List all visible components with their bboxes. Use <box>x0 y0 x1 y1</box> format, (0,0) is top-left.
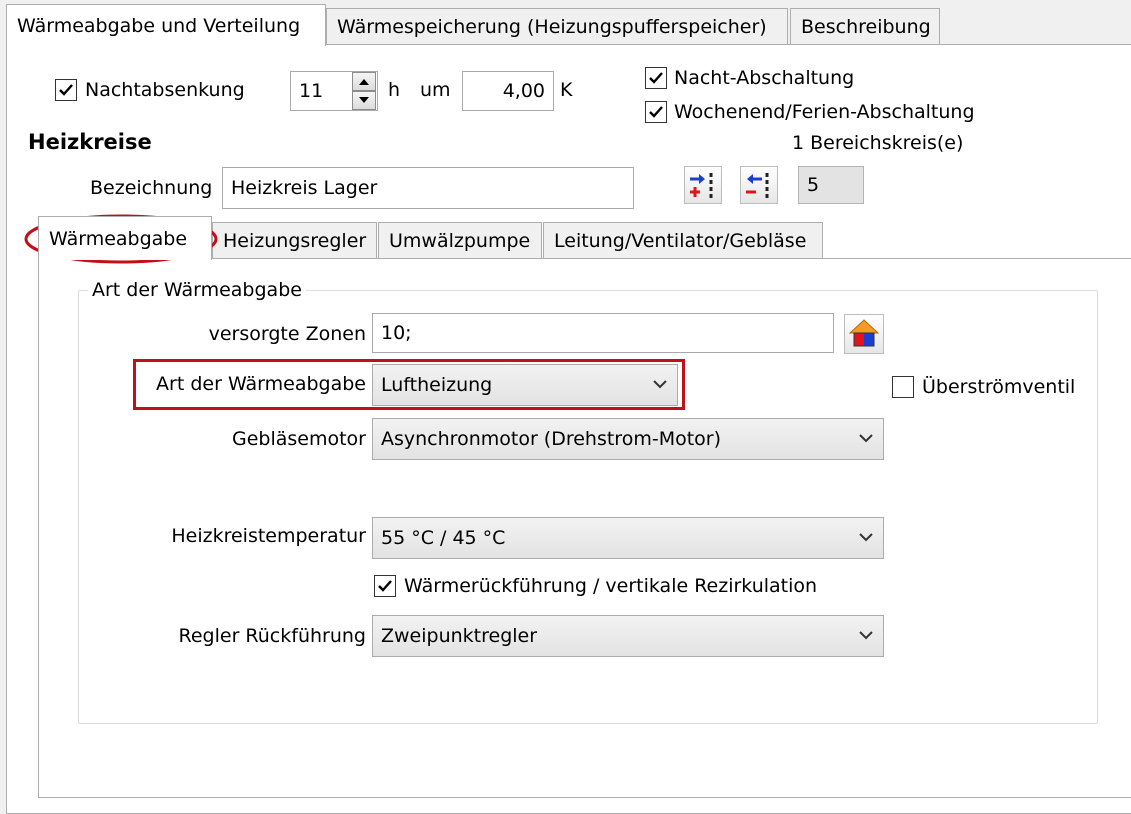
chevron-down-icon <box>859 434 873 443</box>
regler-label: Regler Rückführung <box>178 625 367 647</box>
nachtabsenkung-label: Nachtabsenkung <box>85 79 245 101</box>
temp-value: 55 °C / 45 °C <box>381 527 506 549</box>
wochenend-abschaltung-label: Wochenend/Ferien-Abschaltung <box>674 101 975 123</box>
tab-heizungsregler[interactable]: Heizungsregler <box>212 222 377 258</box>
kelvin-unit: K <box>560 79 573 101</box>
art-der-waermeabgabe-group <box>78 290 1098 724</box>
nacht-abschaltung-checkbox[interactable] <box>645 67 667 89</box>
bezeichnung-label: Bezeichnung <box>90 177 213 199</box>
remove-heizkreis-button[interactable] <box>740 166 778 204</box>
house-icon <box>848 319 880 347</box>
chevron-down-icon <box>859 533 873 542</box>
remove-circuit-icon <box>746 173 769 198</box>
tab-label: Wärmeabgabe <box>49 227 188 250</box>
heizkreise-title: Heizkreise <box>28 130 152 154</box>
tab-leitung-ventilator[interactable]: Leitung/Ventilator/Gebläse <box>543 222 823 258</box>
ueberstroemventil-checkbox[interactable] <box>892 376 914 398</box>
chevron-down-icon <box>859 631 873 640</box>
regler-select[interactable]: Zweipunktregler <box>372 615 884 657</box>
bezeichnung-input[interactable]: Heizkreis Lager <box>222 167 634 209</box>
geblaese-select[interactable]: Asynchronmotor (Drehstrom-Motor) <box>372 418 884 460</box>
wochenend-abschaltung-checkbox[interactable] <box>645 101 667 123</box>
bereichskreis-count: 1 Bereichskreis(e) <box>792 132 964 154</box>
zonen-select-button[interactable] <box>844 314 884 354</box>
tab-waermeabgabe[interactable]: Wärmeabgabe <box>38 216 212 260</box>
tab-label: Leitung/Ventilator/Gebläse <box>554 229 807 252</box>
waermerueckfuehrung-label: Wärmerückführung / vertikale Rezirkulati… <box>404 575 818 597</box>
waermerueckfuehrung-checkbox[interactable] <box>374 575 396 597</box>
nacht-abschaltung-label: Nacht-Abschaltung <box>674 67 855 89</box>
nachtabsenkung-checkbox[interactable] <box>55 79 77 101</box>
tab-label: Umwälzpumpe <box>389 229 531 252</box>
spin-down-icon[interactable] <box>352 91 376 110</box>
tab-umwaelzpumpe[interactable]: Umwälzpumpe <box>378 222 542 258</box>
hours-spinner[interactable] <box>352 72 376 110</box>
kelvin-value: 4,00 <box>502 80 545 102</box>
tab-label: Heizungsregler <box>223 229 367 252</box>
zonen-input[interactable]: 10; <box>372 313 834 353</box>
temp-label: Heizkreistemperatur <box>171 525 366 547</box>
temp-select[interactable]: 55 °C / 45 °C <box>372 517 884 559</box>
add-circuit-icon <box>690 173 713 198</box>
um-label: um <box>420 79 451 101</box>
regler-value: Zweipunktregler <box>381 625 538 647</box>
heizkreis-number: 5 <box>798 166 864 204</box>
group-legend: Art der Wärmeabgabe <box>88 278 306 302</box>
kelvin-input[interactable]: 4,00 <box>462 71 554 111</box>
zonen-label: versorgte Zonen <box>208 323 366 345</box>
geblaese-value: Asynchronmotor (Drehstrom-Motor) <box>381 428 722 450</box>
spin-up-icon[interactable] <box>352 72 376 91</box>
art-highlight-box <box>133 359 685 410</box>
add-heizkreis-button[interactable] <box>684 166 722 204</box>
ueberstroemventil-label: Überströmventil <box>922 376 1076 398</box>
hours-unit: h <box>388 79 401 101</box>
geblaese-label: Gebläsemotor <box>231 428 366 450</box>
